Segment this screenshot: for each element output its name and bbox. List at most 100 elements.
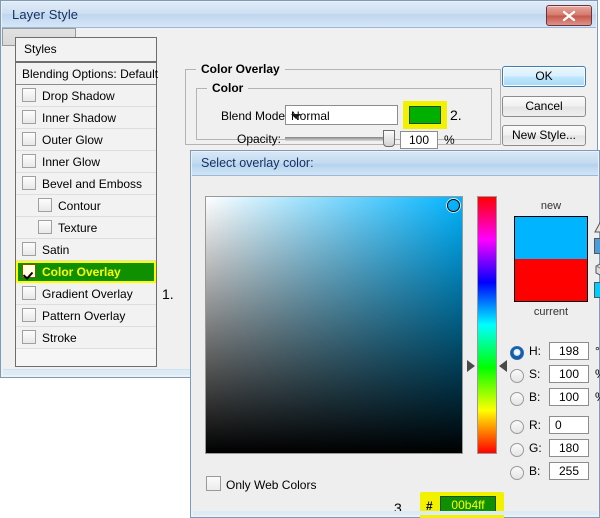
sidebar-item-gradient-overlay[interactable]: Gradient Overlay bbox=[16, 283, 156, 305]
checkbox-icon[interactable] bbox=[22, 308, 36, 322]
hue-marker-left-icon bbox=[467, 360, 475, 372]
current-color-swatch[interactable] bbox=[515, 259, 587, 301]
new-style-button[interactable]: New Style... bbox=[502, 125, 586, 146]
blend-mode-select[interactable]: Normal bbox=[285, 105, 398, 125]
styles-panel-header: Styles bbox=[16, 38, 156, 63]
opacity-slider-handle[interactable] bbox=[383, 130, 395, 147]
color-subgroup-title: Color bbox=[207, 81, 249, 95]
ok-button[interactable]: OK bbox=[502, 66, 586, 87]
input-r[interactable]: 0 bbox=[549, 416, 589, 434]
input-g[interactable]: 180 bbox=[549, 439, 589, 457]
color-subgroup: Color Blend Mode: Normal 2. Opacity: 100… bbox=[196, 81, 492, 149]
close-icon[interactable] bbox=[546, 5, 592, 26]
checkbox-icon[interactable] bbox=[22, 154, 36, 168]
new-current-color-preview[interactable] bbox=[514, 216, 588, 302]
sidebar-item-label: Texture bbox=[58, 221, 98, 235]
saturation-brightness-gradient bbox=[206, 197, 462, 453]
only-web-colors-checkbox[interactable]: Only Web Colors bbox=[206, 476, 316, 492]
out-of-gamut-chip[interactable] bbox=[594, 238, 600, 254]
input-b[interactable]: 100 bbox=[549, 388, 589, 406]
sidebar-item-color-overlay[interactable]: Color Overlay bbox=[16, 261, 156, 283]
close-glyph bbox=[562, 10, 576, 22]
label-r: R: bbox=[529, 418, 541, 432]
sidebar-item-texture[interactable]: Texture bbox=[16, 217, 156, 239]
warning-triangle-icon[interactable] bbox=[594, 218, 600, 233]
web-safe-row[interactable] bbox=[594, 262, 600, 298]
sidebar-item-inner-glow[interactable]: Inner Glow bbox=[16, 151, 156, 173]
opacity-label: Opacity: bbox=[237, 132, 282, 146]
sidebar-item-stroke[interactable]: Stroke bbox=[16, 327, 156, 349]
label-b: B: bbox=[529, 390, 541, 404]
unit-h: ° bbox=[595, 344, 600, 358]
checkbox-icon[interactable] bbox=[22, 88, 36, 102]
cancel-button[interactable]: Cancel bbox=[502, 96, 586, 117]
sidebar-item-label: Inner Glow bbox=[42, 155, 101, 169]
only-web-colors-label: Only Web Colors bbox=[226, 478, 317, 492]
input-h[interactable]: 198 bbox=[549, 342, 589, 360]
sidebar-item-label: Blending Options: Default bbox=[22, 67, 159, 81]
checkbox-icon[interactable] bbox=[22, 286, 36, 300]
sidebar-item-label: Satin bbox=[42, 243, 70, 257]
checkbox-icon[interactable] bbox=[22, 110, 36, 124]
hue-marker-right-icon bbox=[499, 360, 507, 372]
sidebar-item-label: Drop Shadow bbox=[42, 89, 115, 103]
radio-b2[interactable] bbox=[510, 466, 524, 480]
opacity-input[interactable]: 100 bbox=[400, 131, 438, 149]
checkbox-icon[interactable] bbox=[22, 176, 36, 190]
radio-b[interactable] bbox=[510, 392, 524, 406]
color-picker-body: new current H: 198 ° S: 100 B: 100 R: 0 … bbox=[192, 176, 600, 518]
new-color-swatch[interactable] bbox=[515, 217, 587, 259]
sidebar-item-label: Outer Glow bbox=[42, 133, 103, 147]
input-s[interactable]: 100 bbox=[549, 365, 589, 383]
sidebar-item-contour[interactable]: Contour bbox=[16, 195, 156, 217]
layer-style-title: Layer Style bbox=[12, 7, 79, 22]
sidebar-item-pattern-overlay[interactable]: Pattern Overlay bbox=[16, 305, 156, 327]
sidebar-item-outer-glow[interactable]: Outer Glow bbox=[16, 129, 156, 151]
checkbox-icon[interactable] bbox=[206, 476, 221, 491]
label-h: H: bbox=[529, 344, 541, 358]
current-color-label: current bbox=[533, 306, 569, 318]
annotation-1: 1. bbox=[162, 286, 174, 302]
color-overlay-group: Color Overlay Color Blend Mode: Normal 2… bbox=[185, 62, 501, 149]
web-safe-chip[interactable] bbox=[594, 282, 600, 298]
radio-h[interactable] bbox=[510, 346, 524, 360]
radio-r[interactable] bbox=[510, 420, 524, 434]
saturation-brightness-field[interactable] bbox=[205, 196, 463, 454]
color-overlay-group-title: Color Overlay bbox=[196, 62, 285, 76]
opacity-unit: % bbox=[444, 133, 455, 147]
sidebar-item-label: Bevel and Emboss bbox=[42, 177, 143, 191]
checkbox-icon-checked[interactable] bbox=[22, 264, 36, 278]
sidebar-item-label: Color Overlay bbox=[42, 265, 121, 279]
unit-s: % bbox=[595, 367, 600, 381]
checkbox-icon[interactable] bbox=[22, 330, 36, 344]
color-picker-title: Select overlay color: bbox=[201, 156, 314, 170]
styles-list: Blending Options: Default Drop Shadow In… bbox=[16, 63, 159, 349]
radio-g[interactable] bbox=[510, 443, 524, 457]
checkbox-icon[interactable] bbox=[22, 242, 36, 256]
annotation-2: 2. bbox=[450, 107, 462, 123]
color-picker-titlebar: Select overlay color: bbox=[192, 152, 598, 176]
cube-icon[interactable] bbox=[594, 262, 600, 277]
sidebar-item-bevel-and-emboss[interactable]: Bevel and Emboss bbox=[16, 173, 156, 195]
checkbox-icon[interactable] bbox=[22, 132, 36, 146]
sidebar-item-satin[interactable]: Satin bbox=[16, 239, 156, 261]
new-color-label: new bbox=[540, 200, 562, 212]
checkbox-icon[interactable] bbox=[38, 198, 52, 212]
out-of-gamut-row[interactable] bbox=[594, 218, 600, 254]
opacity-slider[interactable] bbox=[285, 137, 390, 141]
blend-mode-label: Blend Mode: bbox=[221, 109, 289, 123]
hue-slider[interactable] bbox=[477, 196, 497, 454]
checkbox-icon[interactable] bbox=[38, 220, 52, 234]
sidebar-item-inner-shadow[interactable]: Inner Shadow bbox=[16, 107, 156, 129]
input-b2[interactable]: 255 bbox=[549, 462, 589, 480]
sidebar-item-label: Pattern Overlay bbox=[42, 309, 126, 323]
overlay-color-swatch[interactable] bbox=[409, 106, 441, 124]
label-b2: B: bbox=[529, 464, 541, 478]
sidebar-item-drop-shadow[interactable]: Drop Shadow bbox=[16, 85, 156, 107]
styles-panel: Styles Blending Options: Default Drop Sh… bbox=[15, 37, 159, 367]
label-s: S: bbox=[529, 367, 541, 381]
screen-root: Layer Style Styles Blending Options: Def… bbox=[0, 0, 600, 518]
layer-style-titlebar: Layer Style bbox=[2, 2, 596, 28]
radio-s[interactable] bbox=[510, 369, 524, 383]
sidebar-item-blending-options[interactable]: Blending Options: Default bbox=[16, 63, 159, 85]
